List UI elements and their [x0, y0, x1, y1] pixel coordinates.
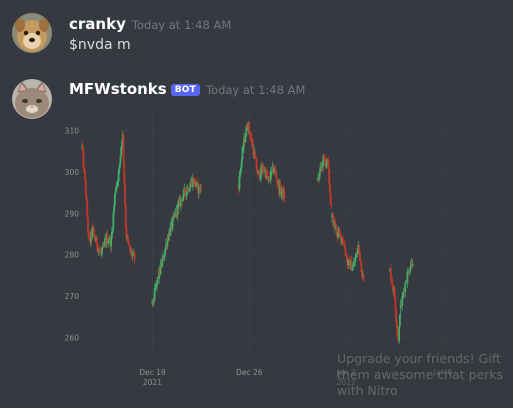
avatar-mfwstonks[interactable]	[12, 79, 52, 119]
candle-body	[354, 257, 357, 262]
y-tick-label: 270	[65, 292, 80, 301]
candle-body	[275, 177, 278, 183]
y-tick-label: 300	[65, 168, 80, 177]
candle-body	[411, 264, 414, 266]
candle-body	[200, 186, 203, 189]
author-name-cranky[interactable]: cranky Today at 1:48 AM	[69, 15, 231, 33]
x-tick-sublabel: 2021	[143, 378, 162, 387]
candle-body	[119, 156, 122, 164]
candle-body	[86, 200, 89, 218]
message-cranky: cranky Today at 1:48 AM $nvda m	[0, 0, 513, 68]
nitro-promo-text: Upgrade your friends! Gift them awesome …	[337, 351, 504, 398]
candle-body	[352, 262, 355, 267]
message-timestamp[interactable]: Today at 1:48 AM	[206, 83, 305, 97]
candle-body	[283, 191, 286, 199]
candle-body	[359, 260, 362, 262]
author-name-mfwstonks[interactable]: MFWstonks BOT Today at 1:48 AM	[69, 80, 305, 98]
x-tick-label: Dec 26	[236, 368, 263, 377]
x-tick-label: Dec 19	[139, 368, 166, 377]
candle-body	[244, 136, 247, 143]
y-tick-label: 290	[65, 209, 80, 218]
bot-badge: BOT	[170, 84, 200, 96]
dog-avatar-icon	[12, 13, 52, 53]
candle-body	[358, 245, 361, 251]
candle-body	[406, 272, 409, 283]
candle-body	[390, 268, 392, 280]
nitro-promo-overlay[interactable]: Upgrade your friends! Gift them awesome …	[327, 344, 513, 408]
message-text: $nvda m	[69, 37, 131, 53]
author-name[interactable]: MFWstonks	[69, 80, 167, 98]
y-tick-label: 310	[65, 127, 80, 136]
message-timestamp[interactable]: Today at 1:48 AM	[132, 18, 231, 32]
candle-body	[101, 247, 104, 253]
candle-body	[127, 240, 130, 245]
candle-body	[133, 253, 136, 260]
candle-body	[122, 134, 125, 163]
candle-body	[358, 250, 361, 261]
candle-body	[339, 233, 342, 235]
cat-avatar-icon	[12, 79, 52, 119]
y-tick-label: 260	[65, 333, 80, 342]
candle-body	[398, 326, 401, 341]
candle-body	[330, 204, 333, 206]
candle-body	[404, 282, 407, 293]
candle-body	[188, 187, 191, 191]
candle-body	[362, 274, 365, 281]
candle-body	[84, 170, 86, 180]
author-name[interactable]: cranky	[69, 15, 126, 33]
candle-body	[399, 314, 402, 316]
y-tick-label: 280	[65, 251, 80, 260]
avatar-cranky[interactable]	[12, 13, 52, 53]
